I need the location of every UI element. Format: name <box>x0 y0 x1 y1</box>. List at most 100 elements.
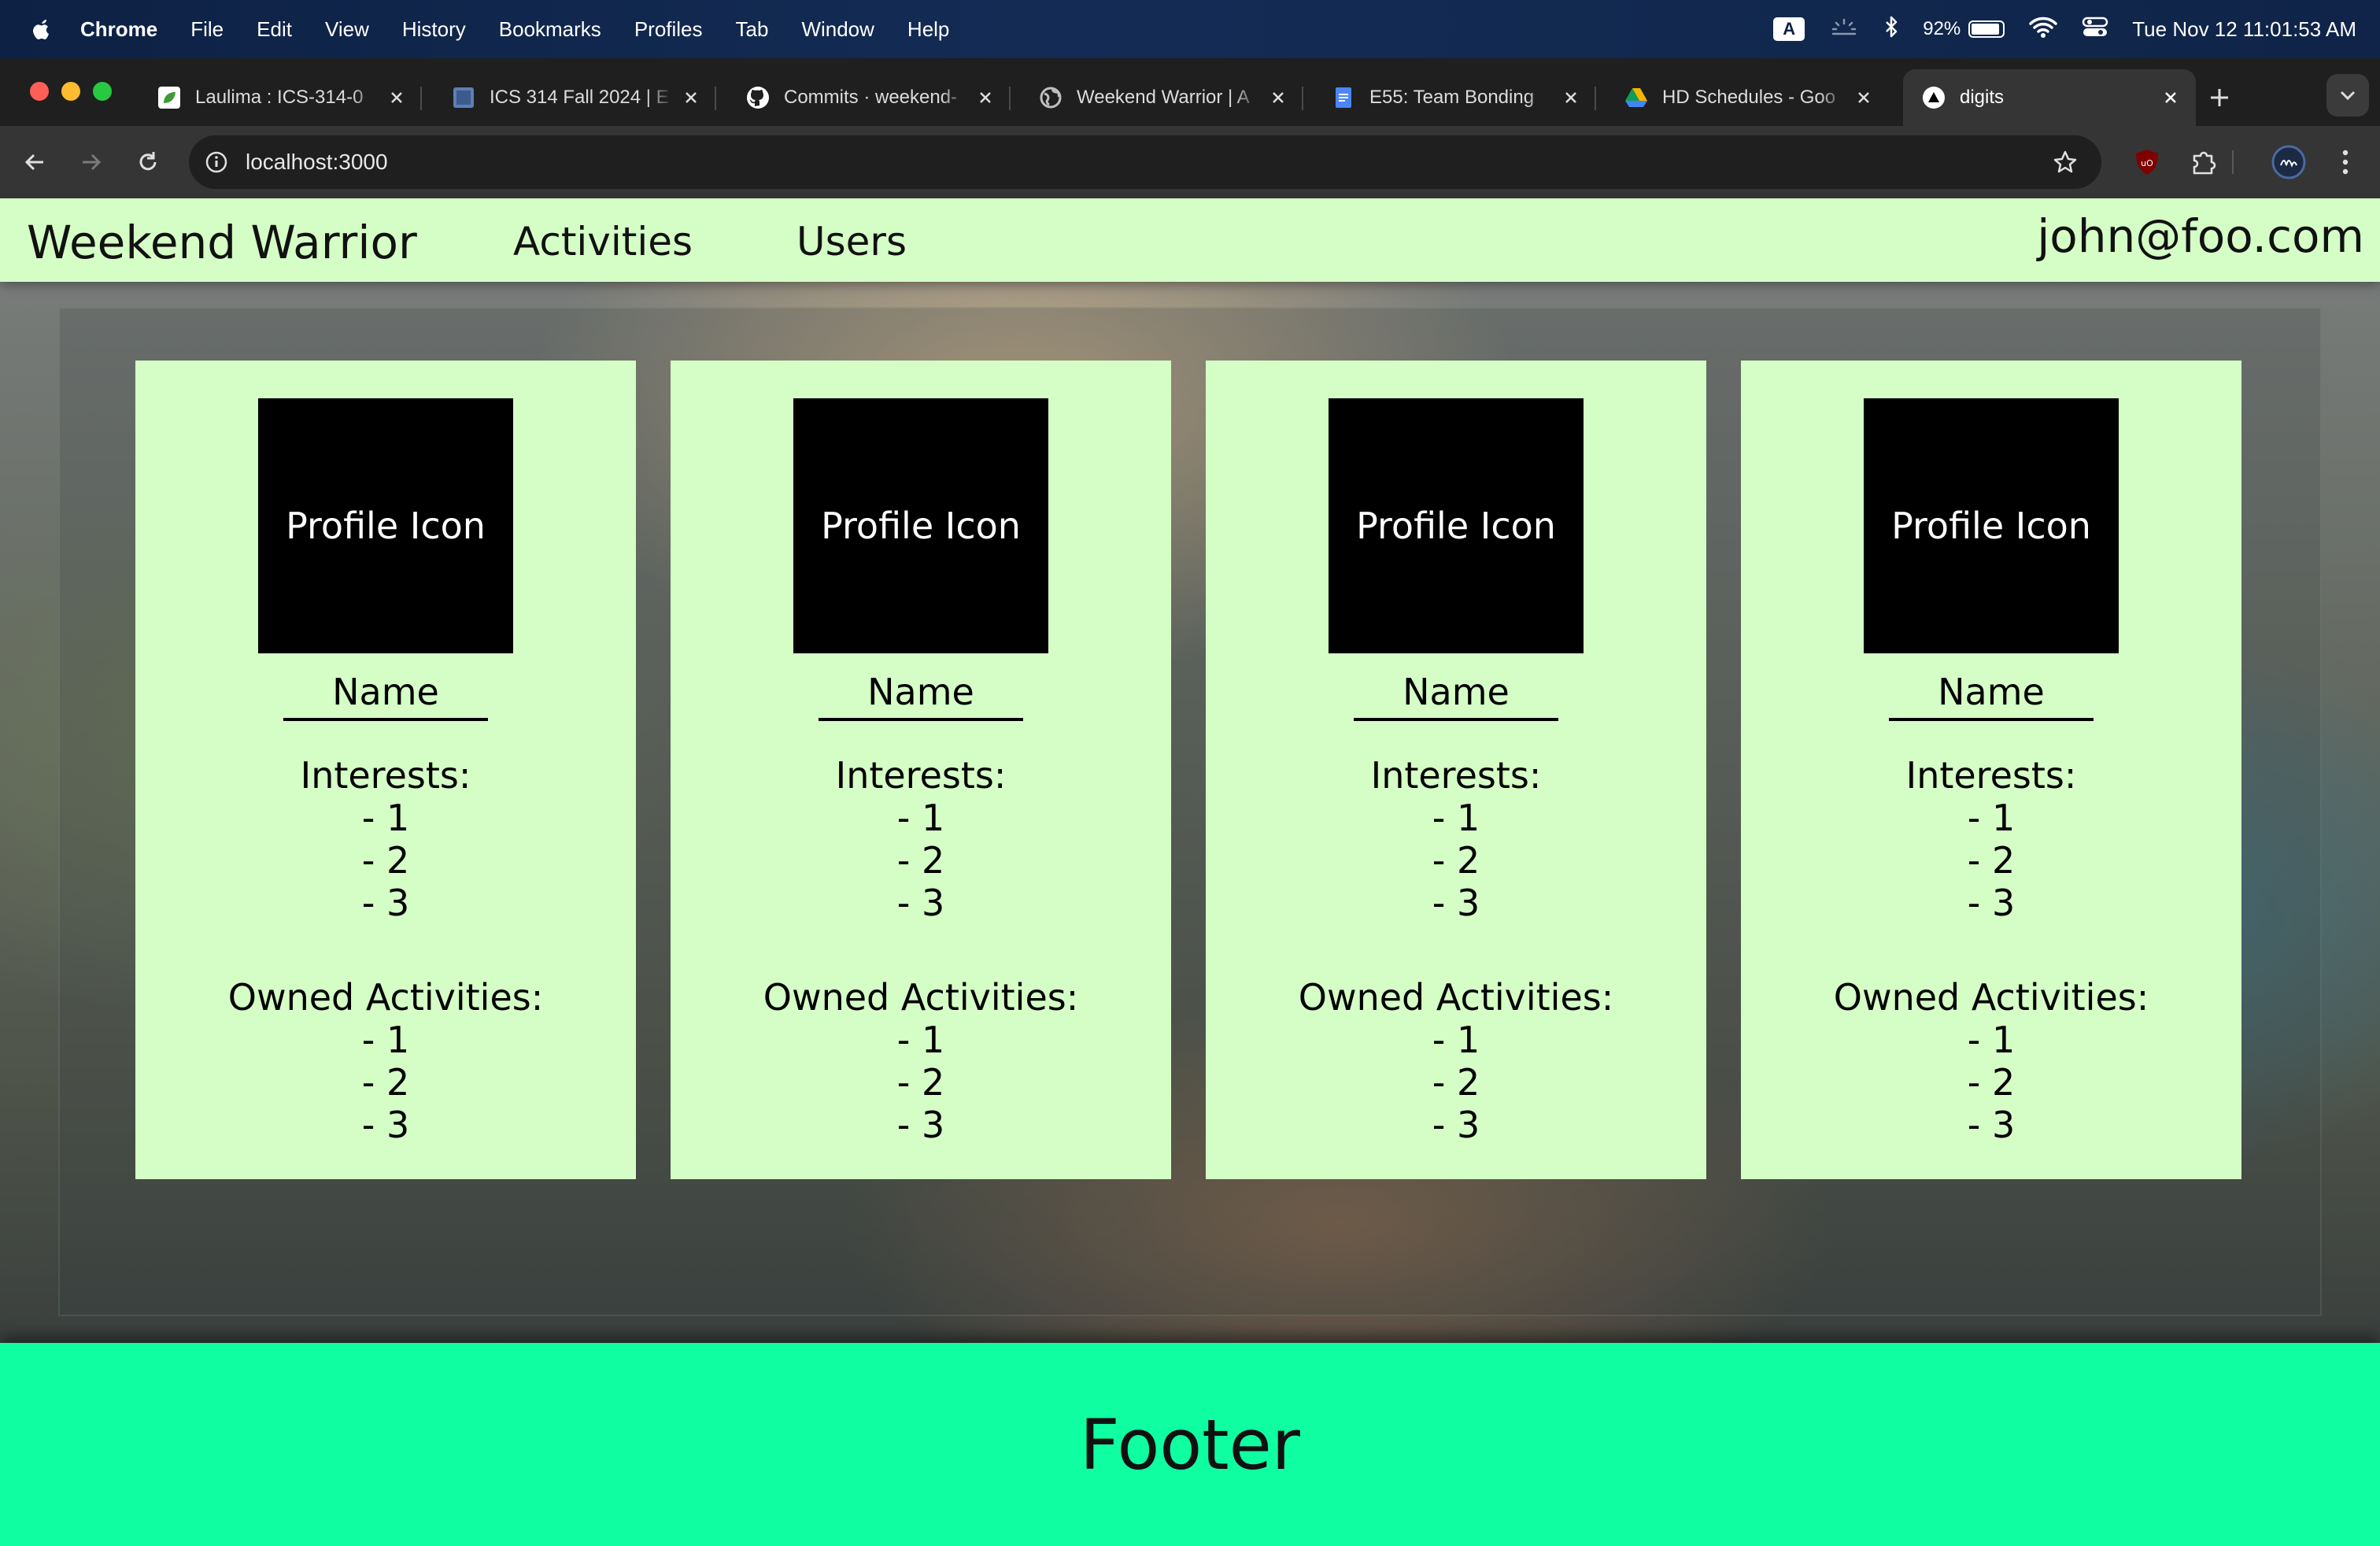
interests-section: Interests: - 1 - 2 - 3 <box>1741 754 2241 924</box>
address-bar[interactable]: localhost:3000 <box>189 135 2101 189</box>
battery-icon <box>1968 20 2005 38</box>
owned-activities-section: Owned Activities: - 1 - 2 - 3 <box>671 976 1171 1146</box>
tab-divider <box>1009 87 1011 110</box>
close-tab-icon[interactable] <box>387 88 406 107</box>
battery-level <box>1972 24 1999 35</box>
interests-section: Interests: - 1 - 2 - 3 <box>671 754 1171 924</box>
tab-title: E55: Team Bonding <box>1369 87 1535 108</box>
wifi-icon[interactable] <box>2028 15 2058 44</box>
control-center-icon[interactable] <box>2082 15 2108 44</box>
reload-icon[interactable] <box>132 146 164 178</box>
new-tab-icon[interactable] <box>2204 82 2235 113</box>
minimize-window-button[interactable] <box>61 82 80 101</box>
laulima-leaf-icon <box>157 86 181 109</box>
menu-history[interactable]: History <box>402 17 466 42</box>
profile-icon-placeholder: Profile Icon <box>1329 398 1584 653</box>
interest-item: - 3 <box>896 882 945 924</box>
ublock-icon[interactable]: uO <box>2128 143 2166 181</box>
address-url[interactable]: localhost:3000 <box>246 150 388 175</box>
menu-tab[interactable]: Tab <box>736 17 769 42</box>
apple-menu-icon[interactable] <box>31 17 52 41</box>
interest-item: - 2 <box>896 839 945 882</box>
profile-icon-placeholder: Profile Icon <box>258 398 513 653</box>
close-window-button[interactable] <box>30 82 49 101</box>
menu-app-name[interactable]: Chrome <box>80 17 157 42</box>
battery-status[interactable]: 92% <box>1923 18 2005 40</box>
site-info-icon[interactable] <box>203 149 230 176</box>
owned-activities-label: Owned Activities: <box>763 976 1079 1019</box>
user-name: Name <box>1354 666 1558 721</box>
user-name: Name <box>1889 666 2094 721</box>
site-navbar: Weekend Warrior Activities Users john@fo… <box>0 198 2380 282</box>
menu-file[interactable]: File <box>190 17 224 42</box>
browser-tab-weekend-warrior[interactable]: Weekend Warrior | A <box>1020 69 1303 126</box>
menu-profiles[interactable]: Profiles <box>634 17 703 42</box>
tab-divider <box>420 87 422 110</box>
close-tab-icon[interactable] <box>682 88 700 107</box>
browser-tab-ics314[interactable]: ICS 314 Fall 2024 | E <box>433 69 716 126</box>
close-tab-icon[interactable] <box>1269 88 1288 107</box>
browser-tab-laulima[interactable]: Laulima : ICS-314-0 <box>139 69 422 126</box>
tab-divider <box>1595 87 1596 110</box>
user-account-link[interactable]: john@foo.com <box>2037 209 2364 263</box>
close-tab-icon[interactable] <box>1854 88 1873 107</box>
menu-window[interactable]: Window <box>801 17 874 42</box>
user-name: Name <box>819 666 1023 721</box>
browser-tab-commits[interactable]: Commits · weekend- <box>727 69 1011 126</box>
chrome-menu-icon[interactable] <box>2326 143 2364 181</box>
display-brightness-icon[interactable] <box>1828 15 1860 44</box>
interest-item: - 2 <box>361 839 410 882</box>
tab-divider <box>1302 87 1303 110</box>
interests-label: Interests: <box>835 754 1007 797</box>
browser-tab-strip: Laulima : ICS-314-0 ICS 314 Fall 2024 | … <box>0 58 2380 126</box>
tab-search-icon[interactable] <box>2326 74 2369 117</box>
activity-item: - 1 <box>1432 1019 1480 1061</box>
forward-icon[interactable] <box>76 146 107 178</box>
tab-title: Weekend Warrior | A <box>1077 87 1250 108</box>
menu-edit[interactable]: Edit <box>257 17 292 42</box>
github-icon <box>746 86 770 109</box>
macos-menu-bar: Chrome File Edit View History Bookmarks … <box>0 0 2380 58</box>
owned-activities-section: Owned Activities: - 1 - 2 - 3 <box>135 976 636 1146</box>
menu-bookmarks[interactable]: Bookmarks <box>499 17 601 42</box>
input-source-badge[interactable]: A <box>1773 17 1805 41</box>
triangle-icon <box>1922 86 1946 109</box>
back-icon[interactable] <box>19 146 50 178</box>
browser-tab-digits[interactable]: digits <box>1903 69 2196 126</box>
bookmark-star-icon[interactable] <box>2051 148 2079 176</box>
activity-item: - 3 <box>1967 1104 2016 1146</box>
tab-divider <box>715 87 716 110</box>
extensions-puzzle-icon[interactable] <box>2185 143 2223 181</box>
brand-link[interactable]: Weekend Warrior <box>27 216 417 269</box>
profile-icon-placeholder: Profile Icon <box>793 398 1048 653</box>
interest-item: - 2 <box>1432 839 1480 882</box>
user-card: Profile Icon Name Interests: - 1 - 2 - 3… <box>1206 361 1706 1179</box>
menu-clock[interactable]: Tue Nov 12 11:01:53 AM <box>2132 17 2356 42</box>
activity-item: - 3 <box>361 1104 410 1146</box>
browser-tab-team-bonding[interactable]: E55: Team Bonding <box>1313 69 1596 126</box>
profile-avatar-icon[interactable] <box>2270 143 2308 181</box>
owned-activities-section: Owned Activities: - 1 - 2 - 3 <box>1206 976 1706 1146</box>
close-tab-icon[interactable] <box>976 88 995 107</box>
maximize-window-button[interactable] <box>93 82 112 101</box>
interest-item: - 2 <box>1967 839 2016 882</box>
menu-view[interactable]: View <box>325 17 369 42</box>
close-tab-icon[interactable] <box>1561 88 1580 107</box>
tab-title: Laulima : ICS-314-0 <box>195 87 364 108</box>
interests-label: Interests: <box>300 754 471 797</box>
browser-tab-hd-schedules[interactable]: HD Schedules - Goo <box>1606 69 1889 126</box>
activity-item: - 2 <box>361 1061 410 1104</box>
activity-item: - 1 <box>361 1019 410 1061</box>
menu-help[interactable]: Help <box>907 17 949 42</box>
footer-text: Footer <box>1080 1404 1300 1485</box>
nav-activities[interactable]: Activities <box>513 219 693 264</box>
browser-toolbar: localhost:3000 uO <box>0 126 2380 198</box>
close-tab-icon[interactable] <box>2161 88 2180 107</box>
globe-icon <box>1039 86 1062 109</box>
nav-users[interactable]: Users <box>796 219 907 264</box>
user-card: Profile Icon Name Interests: - 1 - 2 - 3… <box>135 361 636 1179</box>
interest-item: - 3 <box>1432 882 1480 924</box>
tab-title: Commits · weekend- <box>784 87 958 108</box>
tab-title: ICS 314 Fall 2024 | E <box>490 87 669 108</box>
bluetooth-icon[interactable] <box>1883 15 1899 44</box>
